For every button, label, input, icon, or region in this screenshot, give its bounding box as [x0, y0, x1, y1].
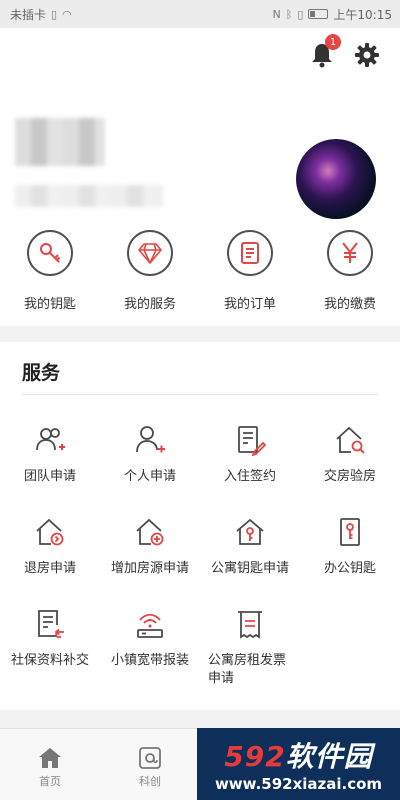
profile-header: 1 [0, 28, 400, 220]
quick-label: 我的订单 [223, 297, 276, 312]
service-label: 小镇宽带报装 [110, 653, 189, 668]
home-icon [39, 748, 61, 768]
blurred-username [15, 118, 105, 166]
wifi-icon: ◠ [62, 7, 72, 21]
yen-icon [327, 230, 373, 276]
services-grid: 团队申请 个人申请 入住签约 交房验房 退房申请 增加房源申请 公寓钥匙申请 办… [0, 424, 400, 700]
tab-innovation[interactable]: 科创 [100, 729, 200, 800]
document-return-icon [38, 610, 64, 638]
services-row: 退房申请 增加房源申请 公寓钥匙申请 办公钥匙 [0, 516, 400, 608]
watermark-logo: 592软件园 www.592xiazai.com [197, 728, 400, 800]
house-inspect-icon [336, 426, 365, 454]
person-add-icon [136, 426, 165, 453]
service-label: 交房验房 [323, 469, 376, 484]
watermark-brand: 592软件园 [224, 735, 372, 775]
key-icon [27, 230, 73, 276]
house-checkout-icon [36, 518, 64, 546]
service-broadband-install[interactable]: 小镇宽带报装 [100, 608, 200, 700]
service-team-apply[interactable]: 团队申请 [0, 424, 100, 516]
invoice-icon [238, 611, 262, 639]
quick-item-my-payments[interactable]: 我的缴费 [300, 220, 400, 326]
battery-icon [308, 9, 329, 19]
clock-text: 上午10:15 [333, 7, 392, 22]
services-section: 服务 团队申请 个人申请 入住签约 交房验房 退房申请 增加房源申请 公寓钥匙申… [0, 342, 400, 710]
gear-icon[interactable] [354, 42, 380, 68]
tab-label: 科创 [139, 775, 161, 788]
innovation-icon [139, 747, 161, 769]
quick-actions: 我的钥匙 我的服务 我的订单 我的缴费 [0, 220, 400, 326]
office-key-icon [340, 518, 360, 546]
tab-label: 首页 [39, 775, 61, 788]
service-label: 退房申请 [23, 561, 76, 576]
diamond-icon [127, 230, 173, 276]
watermark-brand-text: 软件园 [285, 740, 373, 773]
service-label: 增加房源申请 [110, 561, 189, 576]
service-checkout-apply[interactable]: 退房申请 [0, 516, 100, 608]
service-add-listing-apply[interactable]: 增加房源申请 [100, 516, 200, 608]
tab-home[interactable]: 首页 [0, 729, 100, 800]
service-label: 公寓房租发票申请 [208, 653, 287, 686]
vibrate-icon: ▯ [297, 7, 304, 21]
quick-label: 我的钥匙 [23, 297, 76, 312]
house-add-icon [136, 518, 164, 546]
bluetooth-icon: ᛒ [285, 7, 293, 21]
service-office-key[interactable]: 办公钥匙 [300, 516, 400, 608]
sim-icon: ▯ [51, 7, 58, 21]
quick-item-my-orders[interactable]: 我的订单 [200, 220, 300, 326]
services-row: 社保资料补交 小镇宽带报装 公寓房租发票申请 [0, 608, 400, 700]
house-key-icon [236, 518, 264, 545]
carrier-text: 未插卡 [10, 7, 47, 22]
watermark-brand-number: 592 [224, 740, 286, 773]
service-social-security-docs[interactable]: 社保资料补交 [0, 608, 100, 700]
quick-item-my-keys[interactable]: 我的钥匙 [0, 220, 100, 326]
service-personal-apply[interactable]: 个人申请 [100, 424, 200, 516]
divider [22, 394, 378, 395]
sign-contract-icon [238, 426, 266, 456]
blurred-user-info [15, 185, 163, 207]
service-apartment-key-apply[interactable]: 公寓钥匙申请 [200, 516, 300, 608]
quick-label: 我的缴费 [323, 297, 376, 312]
watermark-url: www.592xiazai.com [214, 775, 383, 793]
services-row: 团队申请 个人申请 入住签约 交房验房 [0, 424, 400, 516]
service-label: 入住签约 [223, 469, 276, 484]
service-house-inspection[interactable]: 交房验房 [300, 424, 400, 516]
notification-badge: 1 [325, 34, 341, 50]
router-icon [137, 613, 163, 638]
service-rent-invoice-apply[interactable]: 公寓房租发票申请 [200, 608, 300, 700]
service-label: 办公钥匙 [323, 561, 376, 576]
status-bar: 未插卡 ▯ ◠ N ᛒ ▯ 上午10:15 [0, 0, 400, 28]
quick-item-my-services[interactable]: 我的服务 [100, 220, 200, 326]
status-right: N ᛒ ▯ 上午10:15 [273, 6, 393, 23]
service-label: 个人申请 [123, 469, 176, 484]
status-left: 未插卡 ▯ ◠ [10, 6, 72, 23]
avatar[interactable] [296, 139, 376, 219]
service-label: 公寓钥匙申请 [210, 561, 289, 576]
service-label: 社保资料补交 [10, 653, 89, 668]
team-icon [36, 428, 65, 451]
nfc-icon: N [272, 7, 281, 21]
service-label: 团队申请 [23, 469, 76, 484]
service-checkin-contract[interactable]: 入住签约 [200, 424, 300, 516]
services-title: 服务 [22, 362, 61, 384]
order-icon [227, 230, 273, 276]
quick-label: 我的服务 [123, 297, 176, 312]
